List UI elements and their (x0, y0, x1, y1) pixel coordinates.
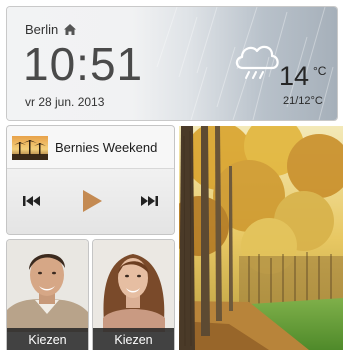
cloud-rain-icon (231, 38, 283, 82)
contact-shortcut-1[interactable]: Kiezen (7, 240, 88, 350)
contact-photo-man (7, 240, 88, 332)
album-art[interactable] (12, 136, 48, 160)
clock-time[interactable]: 10:51 (23, 40, 143, 88)
clock-weather-widget[interactable]: Berlin 10:51 vr 28 jun. 2013 14 °C 21/12… (7, 7, 337, 120)
playback-controls (7, 169, 174, 234)
home-icon (63, 23, 77, 36)
track-title: Bernies Weekend (55, 140, 158, 155)
temperature-unit: °C (313, 64, 327, 78)
contact-label: Kiezen (93, 328, 174, 350)
contact-label: Kiezen (7, 328, 88, 350)
current-temperature: 14 (279, 61, 310, 91)
clock-date: vr 28 jun. 2013 (25, 95, 105, 109)
play-icon[interactable] (79, 187, 105, 215)
wallpaper-photo[interactable] (179, 126, 343, 350)
previous-icon[interactable] (20, 191, 44, 211)
now-playing-row[interactable]: Bernies Weekend (7, 126, 174, 169)
contact-photo-woman (93, 240, 174, 332)
contact-shortcut-2[interactable]: Kiezen (93, 240, 174, 350)
music-player-widget[interactable]: Bernies Weekend (7, 126, 174, 234)
autumn-forest-image (179, 126, 343, 350)
temperature-range: 21/12°C (283, 95, 323, 107)
location-row: Berlin (25, 22, 77, 37)
city-label: Berlin (25, 22, 59, 37)
next-icon[interactable] (137, 191, 161, 211)
